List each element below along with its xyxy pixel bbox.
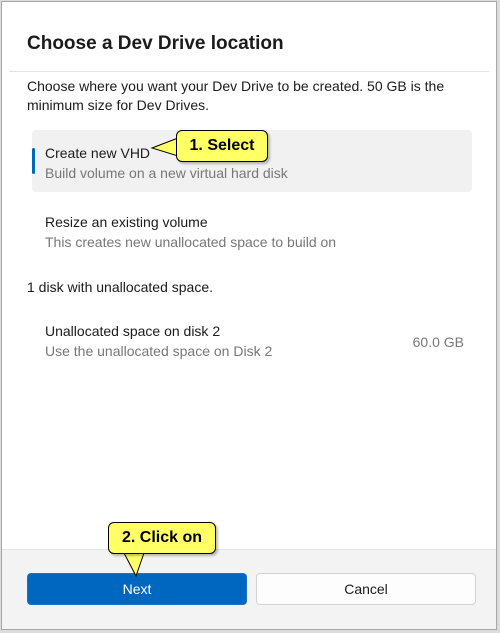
option-subtitle: This creates new unallocated space to bu… xyxy=(45,234,337,250)
option-subtitle: Use the unallocated space on Disk 2 xyxy=(45,343,273,359)
callout-click-on: 2. Click on xyxy=(108,522,216,554)
option-title: Unallocated space on disk 2 xyxy=(45,323,221,339)
option-subtitle: Build volume on a new virtual hard disk xyxy=(45,165,288,181)
callout-click-on-pointer xyxy=(123,551,145,578)
option-resize-existing-volume[interactable]: Resize an existing volume This creates n… xyxy=(32,199,472,261)
title-divider xyxy=(9,71,489,72)
dev-drive-location-dialog: Choose a Dev Drive location Choose where… xyxy=(1,1,497,630)
dialog-description: Choose where you want your Dev Drive to … xyxy=(27,78,445,113)
option-title: Resize an existing volume xyxy=(45,214,208,230)
cancel-button[interactable]: Cancel xyxy=(256,573,476,605)
option-unallocated-disk-2[interactable]: Unallocated space on disk 2 Use the unal… xyxy=(32,308,472,370)
disk-size-value: 60.0 GB xyxy=(412,334,464,350)
dialog-title: Choose a Dev Drive location xyxy=(27,33,284,54)
dialog-footer: Next Cancel xyxy=(2,549,496,629)
unallocated-section-label: 1 disk with unallocated space. xyxy=(27,279,213,295)
callout-select: 1. Select xyxy=(176,130,268,162)
option-title: Create new VHD xyxy=(45,145,151,161)
selection-indicator xyxy=(32,148,35,174)
